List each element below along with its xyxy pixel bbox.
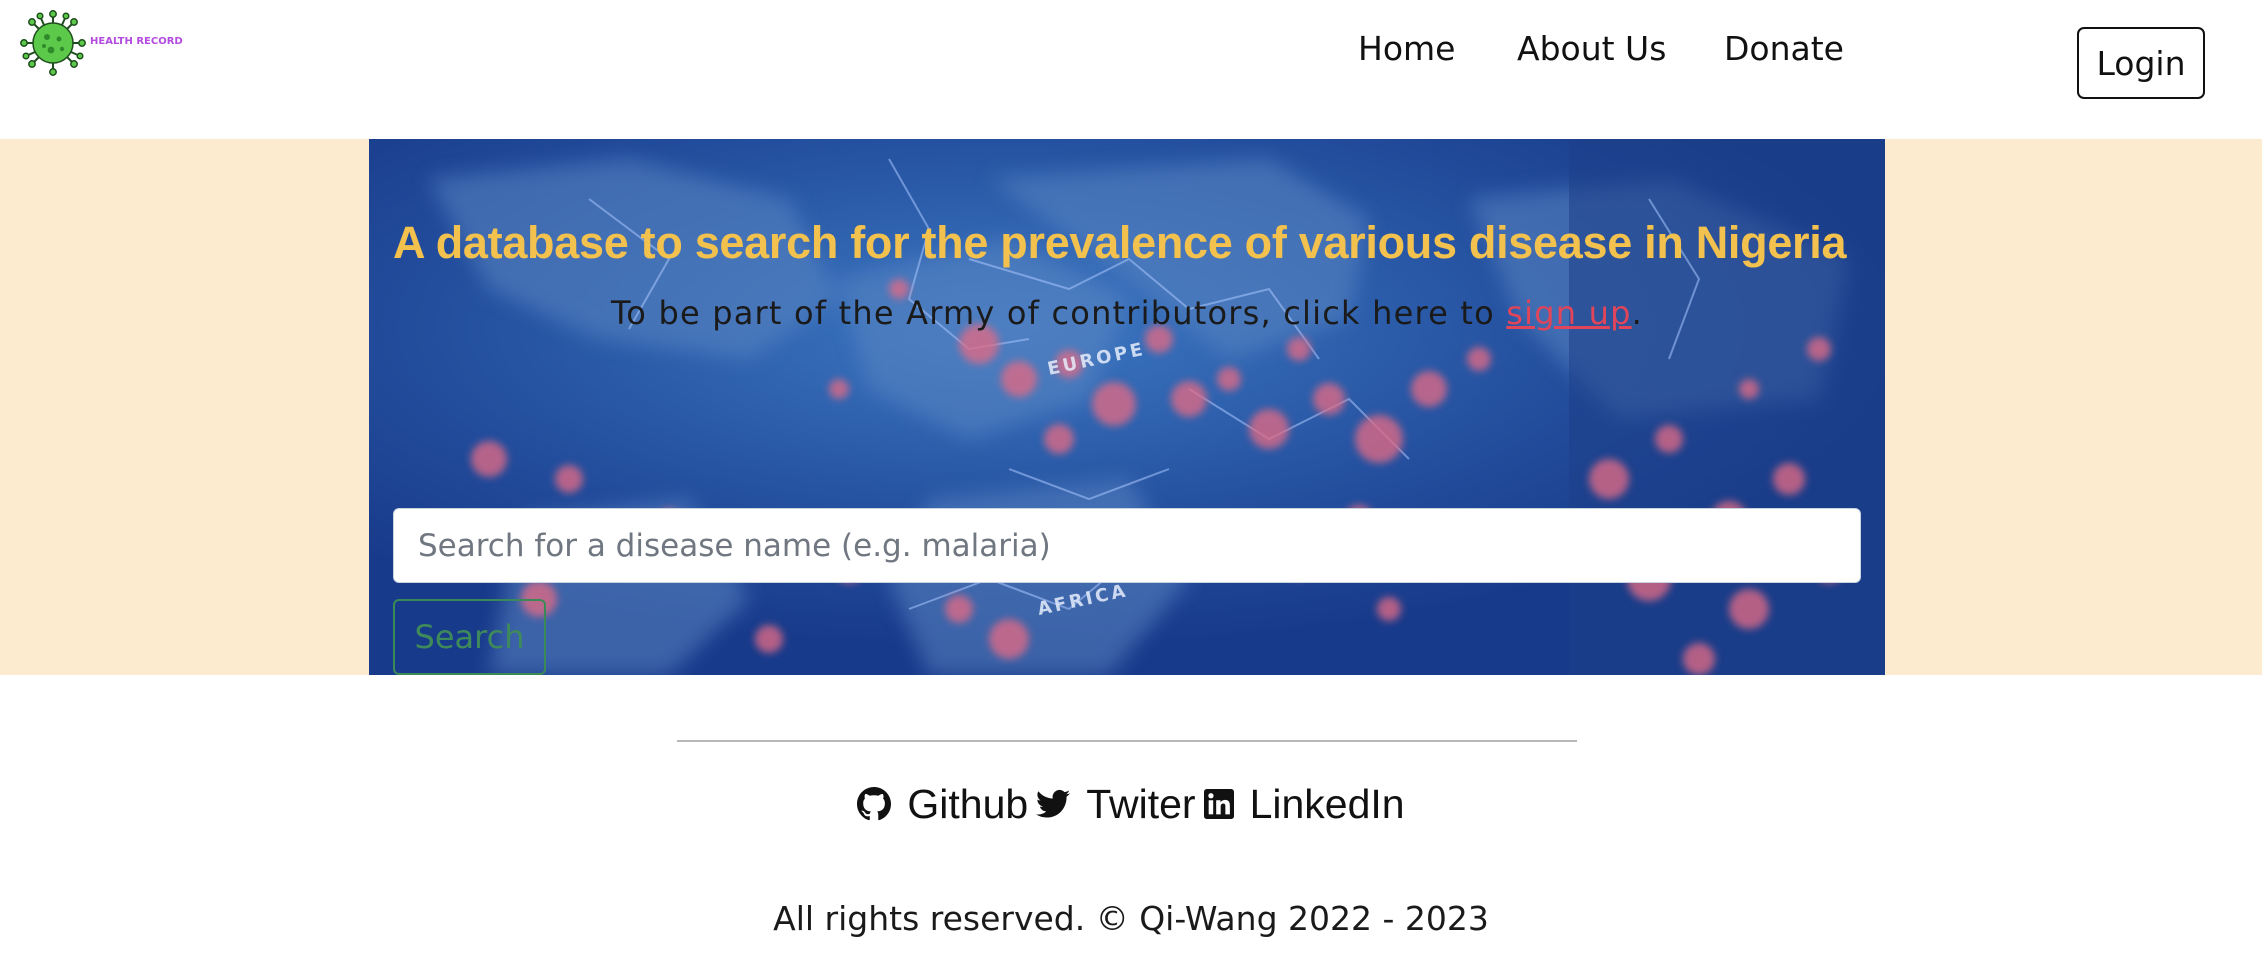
github-label: Github bbox=[907, 780, 1029, 827]
footer-divider bbox=[677, 740, 1577, 742]
hero-section: EUROPE AFRICA A database to search for t… bbox=[369, 139, 1885, 675]
twitter-link[interactable]: Twiter bbox=[1036, 780, 1196, 828]
linkedin-label: LinkedIn bbox=[1249, 780, 1405, 827]
linkedin-icon bbox=[1203, 789, 1234, 819]
nav-donate-link[interactable]: Donate bbox=[1724, 29, 1844, 68]
github-icon bbox=[857, 787, 892, 821]
search-button[interactable]: Search bbox=[393, 599, 546, 675]
navbar: HEALTH RECORD Home About Us Donate Login bbox=[0, 0, 2262, 139]
brand-logo-link[interactable]: HEALTH RECORD bbox=[20, 10, 183, 76]
hero-title: A database to search for the prevalence … bbox=[393, 217, 1847, 269]
sign-up-link[interactable]: sign up bbox=[1506, 294, 1631, 332]
virus-logo-icon bbox=[20, 10, 86, 76]
disease-search-input[interactable] bbox=[393, 508, 1861, 583]
brand-name: HEALTH RECORD bbox=[90, 35, 183, 47]
login-button[interactable]: Login bbox=[2077, 27, 2205, 99]
hero-subtitle-period: . bbox=[1631, 294, 1643, 332]
github-link[interactable]: Github bbox=[857, 781, 1028, 828]
copyright-text: All rights reserved. © Qi-Wang 2022 - 20… bbox=[773, 899, 1489, 938]
nav-about-us-link[interactable]: About Us bbox=[1517, 29, 1666, 68]
hero-subtitle: To be part of the Army of contributors, … bbox=[369, 294, 1885, 332]
linkedin-link[interactable]: LinkedIn bbox=[1203, 780, 1405, 828]
twitter-icon bbox=[1036, 789, 1071, 818]
hero-subtitle-text: To be part of the Army of contributors, … bbox=[610, 294, 1507, 332]
twitter-label: Twiter bbox=[1086, 780, 1196, 827]
nav-home-link[interactable]: Home bbox=[1358, 29, 1455, 68]
social-links: Github Twiter LinkedIn bbox=[0, 774, 2262, 834]
